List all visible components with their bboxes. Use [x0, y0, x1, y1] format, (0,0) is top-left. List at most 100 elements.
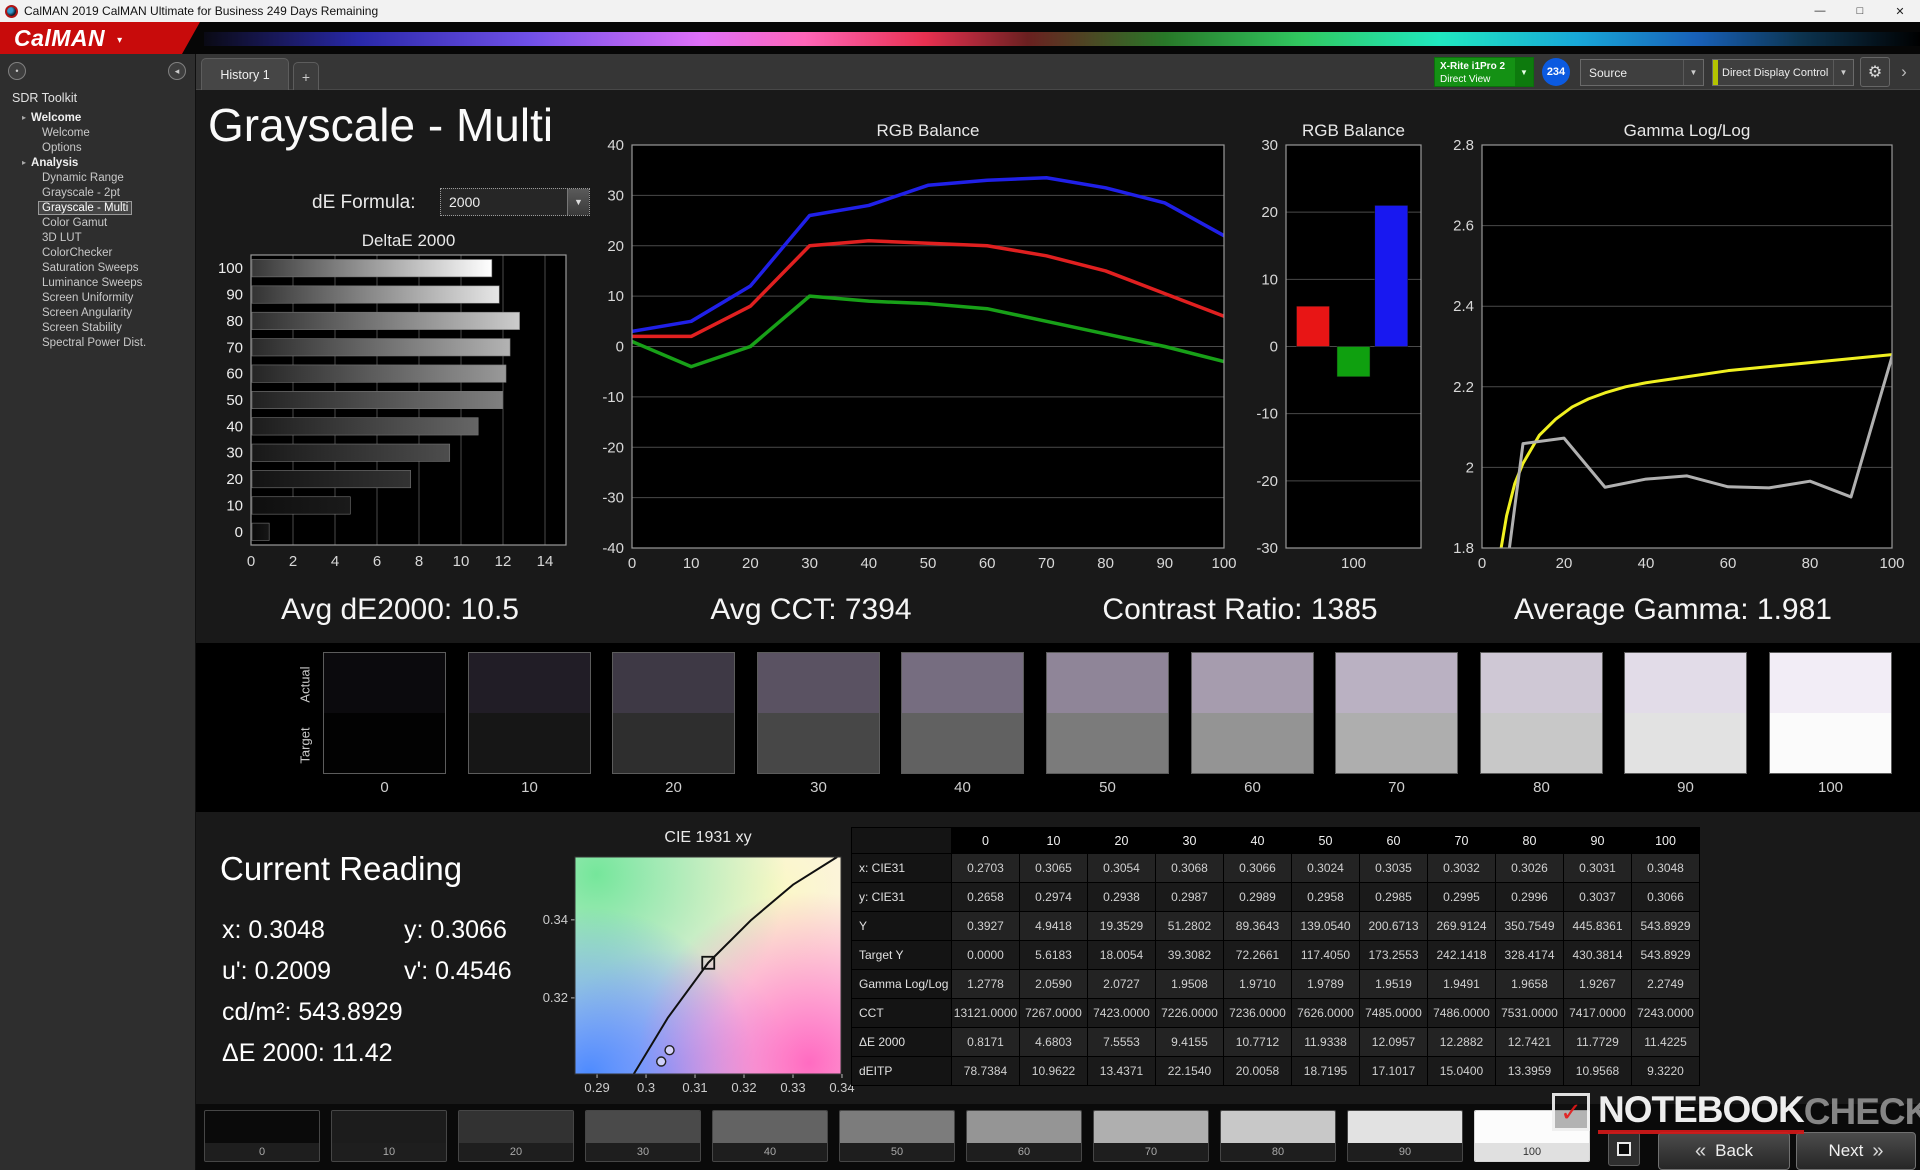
- grayscale-swatch-70: [1335, 652, 1458, 774]
- next-button[interactable]: Next »: [1796, 1132, 1916, 1170]
- swatch-target-color: [1770, 713, 1891, 773]
- table-cell: 2.0727: [1087, 969, 1156, 999]
- sidebar-item-label: Grayscale - Multi: [38, 200, 133, 215]
- cie-plot: 0.340.320.29 0.3 0.31 0.32 0.33 0.34CIE 1931 …: [543, 829, 855, 1095]
- table-cell: 0.2938: [1087, 882, 1156, 912]
- svg-text:100: 100: [1879, 555, 1904, 572]
- tab-add-button[interactable]: +: [293, 62, 319, 90]
- settings-gear-button[interactable]: ⚙: [1860, 57, 1890, 87]
- svg-text:2.6: 2.6: [1453, 218, 1474, 235]
- calman-logo[interactable]: CalMAN ▾: [0, 22, 200, 54]
- meter-dropdown[interactable]: X-Rite i1Pro 2 Direct View ▼: [1434, 57, 1534, 87]
- svg-text:1.8: 1.8: [1453, 540, 1474, 557]
- reading-e-2000: ΔE 2000: 11.42: [222, 1039, 393, 1067]
- patch-button-100[interactable]: 100: [1474, 1110, 1590, 1162]
- swatch-target-color: [758, 713, 879, 773]
- table-cell: 7243.0000: [1631, 998, 1700, 1028]
- swatch-target-color: [613, 713, 734, 773]
- spectrum-gradient-bar: [204, 32, 1920, 46]
- table-cell: 117.4050: [1291, 940, 1360, 970]
- sidebar-item-screen-stability[interactable]: Screen Stability: [0, 320, 195, 335]
- table-cell: 1.9508: [1155, 969, 1224, 999]
- de-formula-dropdown[interactable]: 2000 ▼: [440, 188, 590, 216]
- table-cell: 0.2958: [1291, 882, 1360, 912]
- sidebar-item-screen-angularity[interactable]: Screen Angularity: [0, 305, 195, 320]
- svg-text:0: 0: [235, 524, 243, 541]
- swatch-actual-color: [1770, 653, 1891, 713]
- sidebar-item-welcome[interactable]: Welcome: [0, 125, 195, 140]
- svg-text:2.2: 2.2: [1453, 379, 1474, 396]
- sidebar-item-label: Analysis: [31, 156, 79, 169]
- patch-button-60[interactable]: 60: [966, 1110, 1082, 1162]
- display-control-dropdown[interactable]: Direct Display Control ▼: [1712, 59, 1854, 86]
- svg-text:100: 100: [1341, 555, 1366, 572]
- de-formula-arrow-icon: ▼: [567, 189, 589, 215]
- maximize-button[interactable]: □: [1840, 0, 1880, 22]
- sidebar-item-saturation-sweeps[interactable]: Saturation Sweeps: [0, 260, 195, 275]
- measurement-count-badge[interactable]: 234: [1542, 58, 1570, 86]
- close-button[interactable]: ✕: [1880, 0, 1920, 22]
- logo-menu-arrow-icon: ▾: [117, 35, 123, 46]
- swatch-level-label: 70: [1388, 779, 1405, 796]
- collapse-sidebar-button[interactable]: ◂: [168, 62, 186, 80]
- table-cell: 4.9418: [1019, 911, 1088, 941]
- patch-button-20[interactable]: 20: [458, 1110, 574, 1162]
- table-cell: 12.7421: [1495, 1027, 1564, 1057]
- sidebar-item-welcome[interactable]: ▸ Welcome: [0, 110, 195, 125]
- sidebar-item-options[interactable]: Options: [0, 140, 195, 155]
- sidebar-item-luminance-sweeps[interactable]: Luminance Sweeps: [0, 275, 195, 290]
- patch-button-40[interactable]: 40: [712, 1110, 828, 1162]
- table-cell: 13.4371: [1087, 1056, 1156, 1086]
- sidebar-item-grayscale-multi[interactable]: Grayscale - Multi: [0, 200, 195, 215]
- svg-text:0.32: 0.32: [543, 990, 568, 1005]
- swatch-actual-color: [758, 653, 879, 713]
- patch-button-90[interactable]: 90: [1347, 1110, 1463, 1162]
- svg-text:20: 20: [742, 555, 759, 572]
- sidebar-item-grayscale-2pt[interactable]: Grayscale - 2pt: [0, 185, 195, 200]
- sidebar-item-label: Welcome: [42, 126, 90, 139]
- swatch-target-color: [1192, 713, 1313, 773]
- svg-text:0: 0: [1270, 339, 1278, 356]
- patch-button-10[interactable]: 10: [331, 1110, 447, 1162]
- de-formula-label: dE Formula:: [312, 192, 416, 213]
- sidebar-item-analysis[interactable]: ▸ Analysis: [0, 155, 195, 170]
- workflow-menu-button[interactable]: •: [8, 62, 26, 80]
- sidebar-item-spectral-power-dist[interactable]: Spectral Power Dist.: [0, 335, 195, 350]
- sidebar-item-colorchecker[interactable]: ColorChecker: [0, 245, 195, 260]
- next-chevron-icon: »: [1872, 1139, 1884, 1162]
- table-cell: 0.2989: [1223, 882, 1292, 912]
- patch-window-button[interactable]: [1608, 1132, 1640, 1166]
- swatch-level-label: 0: [380, 779, 389, 796]
- back-button[interactable]: « Back: [1658, 1132, 1790, 1170]
- swatch-actual-color: [1481, 653, 1602, 713]
- table-cell: 0.2996: [1495, 882, 1564, 912]
- tab-history-1[interactable]: History 1: [201, 58, 289, 90]
- source-dropdown[interactable]: Source ▼: [1580, 59, 1704, 86]
- swatch-level-label: 40: [954, 779, 971, 796]
- patch-button-70[interactable]: 70: [1093, 1110, 1209, 1162]
- titlebar: CalMAN 2019 CalMAN Ultimate for Business…: [0, 0, 1920, 22]
- minimize-button[interactable]: —: [1800, 0, 1840, 22]
- sidebar-item-dynamic-range[interactable]: Dynamic Range: [0, 170, 195, 185]
- patch-button-80[interactable]: 80: [1220, 1110, 1336, 1162]
- table-col-header-80: 80: [1495, 827, 1564, 854]
- table-cell: 269.9124: [1427, 911, 1496, 941]
- swatch-target-color: [1625, 713, 1746, 773]
- patch-button-50[interactable]: 50: [839, 1110, 955, 1162]
- table-cell: 1.2778: [951, 969, 1020, 999]
- rgb-balance-line-chart: 403020100-10-20-30-400 10 20 30 40 50 60 70 80 90…: [602, 121, 1236, 572]
- sidebar-item-color-gamut[interactable]: Color Gamut: [0, 215, 195, 230]
- patch-button-0[interactable]: 0: [204, 1110, 320, 1162]
- grayscale-swatch-0: [323, 652, 446, 774]
- toolbar-more-button[interactable]: ›: [1893, 60, 1915, 84]
- patch-window-icon: [1617, 1142, 1631, 1156]
- patch-button-30[interactable]: 30: [585, 1110, 701, 1162]
- svg-text:60: 60: [1720, 555, 1737, 572]
- display-control-arrow-icon: ▼: [1833, 60, 1853, 85]
- calman-logo-text: CalMAN: [14, 24, 106, 51]
- sidebar-item-screen-uniformity[interactable]: Screen Uniformity: [0, 290, 195, 305]
- sidebar-item-3d-lut[interactable]: 3D LUT: [0, 230, 195, 245]
- svg-text:0.29: 0.29: [584, 1080, 609, 1095]
- table-cell: 7626.0000: [1291, 998, 1360, 1028]
- calman-window: CalMAN 2019 CalMAN Ultimate for Business…: [0, 0, 1920, 1170]
